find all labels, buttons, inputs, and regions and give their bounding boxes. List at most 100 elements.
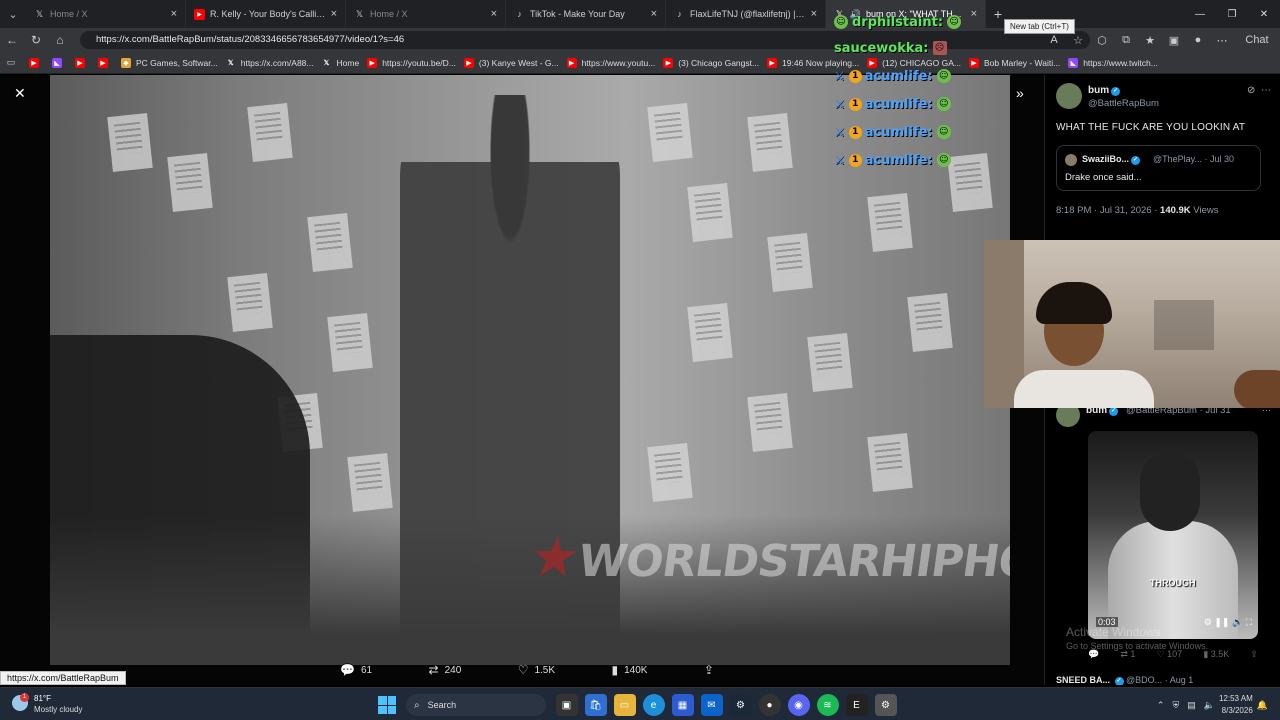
settings-icon[interactable]: ⚙	[1204, 617, 1212, 627]
clock[interactable]: 12:53 AM 8/3/2026	[1219, 693, 1253, 717]
profile-avatar[interactable]: ●	[1186, 28, 1210, 52]
spotify-icon[interactable]: ≋	[816, 694, 839, 716]
bookmark-item[interactable]: ◆ PC Games, Softwar...	[121, 57, 218, 68]
window-controls: — ❐ ✕	[1184, 0, 1280, 28]
verified-icon: ✓	[1131, 156, 1141, 165]
collections-icon[interactable]: ▣	[1162, 28, 1186, 52]
bookmark-item[interactable]: ◣	[52, 57, 67, 68]
emote-icon: ☺	[936, 153, 951, 167]
close-icon[interactable]: ×	[491, 8, 497, 20]
copilot-chat-button[interactable]: Chat	[1234, 28, 1280, 52]
close-icon[interactable]: ×	[811, 8, 817, 20]
reply-icon: 💬	[340, 663, 355, 677]
repost-button[interactable]: ⇄ 1	[1120, 649, 1135, 660]
views-button[interactable]: ▮ 140K	[611, 663, 647, 677]
tab-search-button[interactable]: ⌄	[0, 0, 26, 28]
weather-widget[interactable]: 1 81°F Mostly cloudy	[12, 692, 112, 718]
youtube-icon: ▶	[75, 57, 85, 68]
tab-tiktok[interactable]: ♪ TikTok - Make Your Day ×	[506, 0, 666, 28]
more-icon[interactable]: ⋯	[1261, 85, 1271, 96]
sword-icon: ⚔	[834, 125, 845, 139]
home-icon[interactable]: ⌂	[48, 28, 72, 52]
repost-icon: ⇄	[428, 663, 439, 677]
pause-icon[interactable]: ❚❚	[1214, 617, 1229, 627]
bookmark-item[interactable]: ▶ https://youtu.be/D...	[367, 57, 456, 68]
chevron-up-icon[interactable]: ⌃	[1157, 700, 1165, 711]
like-button[interactable]: ♡ 107	[1157, 649, 1183, 660]
reload-icon[interactable]: ↻	[24, 28, 48, 52]
security-icon[interactable]: ⛨	[1172, 700, 1179, 711]
minimize-icon[interactable]: —	[1184, 0, 1216, 28]
favorites-icon[interactable]: ★	[1138, 28, 1162, 52]
repost-button[interactable]: ⇄ 240	[429, 663, 462, 677]
tab-home-x-2[interactable]: 𝕏 Home / X ×	[346, 0, 506, 28]
next-post[interactable]: SNEED BA... ✓ @BDO... · Aug 1	[1056, 675, 1193, 685]
avatar[interactable]	[1056, 83, 1082, 109]
store-icon[interactable]: 🛍	[584, 694, 607, 716]
grok-icon[interactable]: ⊘	[1247, 85, 1255, 96]
notifications-icon[interactable]: 🔔	[1257, 700, 1268, 711]
tab-tiktok-flaxlife[interactable]: ♪ FlaxLifeTNJ (@flaxlifetnj) | TikTok ×	[666, 0, 826, 28]
like-button[interactable]: ♡ 1.5K	[518, 663, 555, 677]
share-icon: ⇪	[703, 663, 714, 677]
edge-browser-icon[interactable]: e	[642, 694, 665, 716]
close-icon[interactable]: ✕	[14, 85, 26, 102]
quoted-author-handle: @ThePlay... · Jul 30	[1153, 154, 1234, 164]
stream-chat-overlay: ☺ drphilstaint: ☺ saucewokka: ☹ ⚔ 1 acumlife:…	[834, 14, 1034, 174]
share-icon[interactable]: ⇪	[1250, 649, 1258, 660]
file-explorer-icon[interactable]: ▭	[613, 694, 636, 716]
close-window-icon[interactable]: ✕	[1248, 0, 1280, 28]
bookmarks-folder-icon[interactable]: ▭	[6, 57, 21, 68]
windows-start-icon[interactable]	[378, 696, 396, 714]
video-caption: THROUGH	[1150, 578, 1196, 588]
tab-youtube-rkelly[interactable]: ▶ R. Kelly - Your Body's Callin (Medi ×	[186, 0, 346, 28]
author-name[interactable]: bum ✓	[1088, 85, 1121, 96]
steam-icon[interactable]: ⚙	[729, 694, 752, 716]
bookmark-item[interactable]: ◣ https://www.twitch...	[1068, 57, 1158, 68]
bookmark-item[interactable]: ▶	[29, 57, 44, 68]
epic-games-icon[interactable]: E	[845, 694, 868, 716]
volume-icon[interactable]: 🔈	[1232, 617, 1243, 627]
task-view-icon[interactable]: ▣	[555, 694, 578, 716]
reply-icon[interactable]: 💬	[1088, 649, 1099, 660]
share-button[interactable]: ⇪	[704, 663, 720, 677]
fullscreen-icon[interactable]: ⛶	[1246, 617, 1252, 627]
close-icon[interactable]: ×	[171, 8, 177, 20]
bookmark-item[interactable]: ▶ (3) Chicago Gangst...	[663, 57, 759, 68]
quoted-post[interactable]: SwaziiBo... ✓ @ThePlay... · Jul 30 Drake …	[1056, 145, 1261, 191]
bookmark-item[interactable]: ▶	[75, 57, 90, 68]
close-icon[interactable]: ×	[331, 8, 337, 20]
maximize-icon[interactable]: ❐	[1216, 0, 1248, 28]
bookmark-item[interactable]: 𝕏 Home	[322, 58, 360, 68]
youtube-icon: ▶	[29, 57, 39, 68]
reply-video-thumbnail[interactable]: THROUGH 0:03 ⚙ ❚❚ 🔈 ⛶	[1088, 431, 1258, 639]
youtube-icon: ▶	[767, 57, 778, 68]
tab-home-x-1[interactable]: 𝕏 Home / X ×	[26, 0, 186, 28]
bookmark-item[interactable]: ▶ https://www.youtu...	[566, 57, 655, 68]
emote-icon: ☺	[936, 69, 951, 83]
link-status-bar: https://x.com/BattleRapBum	[0, 671, 126, 685]
settings-icon[interactable]: ⚙	[874, 694, 897, 716]
network-icon[interactable]: ▤	[1187, 700, 1196, 711]
split-screen-icon[interactable]: ⧉	[1114, 28, 1138, 52]
bookmark-item[interactable]: ▶	[98, 57, 113, 68]
calendar-icon[interactable]: ▦	[671, 694, 694, 716]
volume-icon[interactable]: 🔈	[1204, 700, 1215, 711]
reply-button[interactable]: 💬 61	[340, 663, 372, 677]
taskbar-search[interactable]: ⌕ Search	[406, 694, 546, 716]
bookmark-item[interactable]: 𝕏https://x.com/A88...	[226, 58, 314, 68]
more-menu-icon[interactable]: ⋯	[1210, 28, 1234, 52]
outlook-icon[interactable]: ✉	[700, 694, 723, 716]
author-handle[interactable]: @BattleRapBum	[1088, 98, 1159, 109]
emote-icon: ☹	[932, 41, 947, 55]
x-icon: 𝕏	[323, 59, 330, 67]
twitch-icon: ◣	[1068, 57, 1079, 68]
discord-icon[interactable]: ◉	[787, 694, 810, 716]
views-button[interactable]: ▮ 3.5K	[1203, 649, 1229, 660]
back-icon[interactable]: ←	[0, 28, 24, 52]
badge-icon: 1	[848, 125, 862, 139]
extensions-icon[interactable]: ⬡	[1090, 28, 1114, 52]
bookmark-item[interactable]: ▶ (3) Kanye West - G...	[463, 57, 559, 68]
app-icon[interactable]: ●	[758, 694, 781, 716]
close-icon[interactable]: ×	[651, 8, 657, 20]
